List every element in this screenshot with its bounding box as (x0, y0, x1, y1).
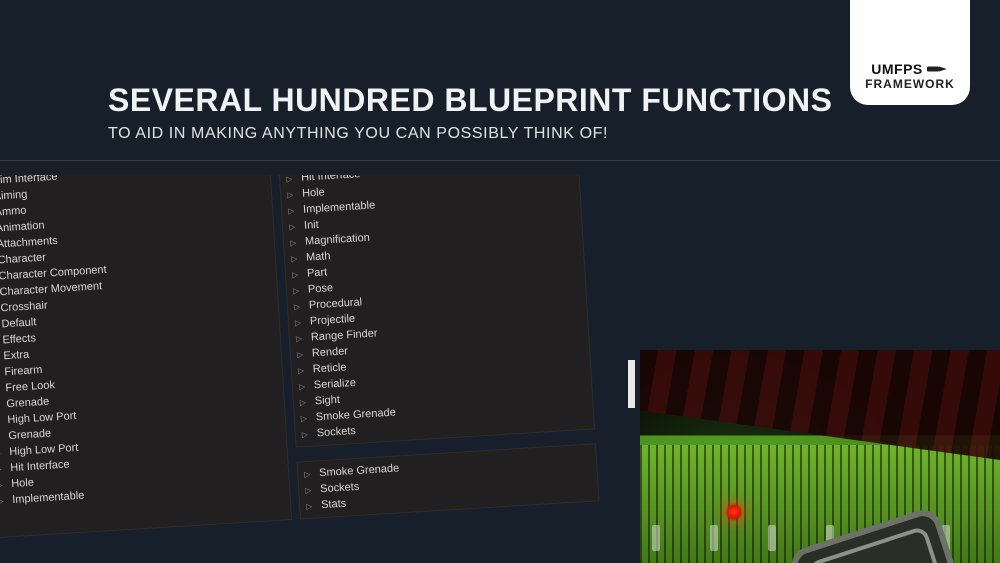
bullet-icon (927, 65, 949, 73)
category-label: Sockets (316, 425, 356, 439)
category-label: Procedural (309, 296, 363, 311)
category-label: Projectile (310, 313, 356, 328)
page-title: SEVERAL HUNDRED BLUEPRINT FUNCTIONS (108, 82, 960, 119)
category-label: Serialize (313, 377, 356, 392)
function-category-list-3: ▷Smoke Grenade▷Sockets▷Stats (296, 443, 599, 519)
headline: SEVERAL HUNDRED BLUEPRINT FUNCTIONS TO A… (108, 82, 960, 143)
category-label: Part (307, 266, 328, 279)
category-label: Attachments (0, 235, 58, 251)
category-label: Ammo (0, 205, 27, 219)
category-label: Effects (2, 332, 36, 346)
expand-icon: ▷ (297, 349, 308, 359)
scrollbar-thumb[interactable] (628, 360, 635, 408)
expand-icon: ▷ (0, 464, 6, 474)
divider (0, 160, 1000, 161)
expand-icon: ▷ (0, 416, 3, 426)
expand-icon: ▷ (0, 448, 5, 458)
function-category-list-1: ▷Aim Interface▷Aiming▷Ammo▷Animation▷Att… (0, 175, 292, 538)
expand-icon: ▷ (294, 301, 305, 311)
category-label: Sockets (320, 481, 360, 495)
expand-icon: ▷ (301, 413, 312, 423)
category-label: Free Look (5, 379, 55, 394)
logo-line1: UMFPS (871, 61, 923, 77)
weapon-viewmodel (730, 468, 1000, 563)
expand-icon: ▷ (304, 469, 315, 479)
game-preview (640, 350, 1000, 563)
expand-icon: ▷ (289, 222, 300, 232)
expand-icon: ▷ (0, 480, 7, 490)
category-label: Default (1, 316, 37, 330)
content-area: ▷Aim Interface▷Aiming▷Ammo▷Animation▷Att… (0, 175, 1000, 563)
category-label: Stats (321, 498, 347, 512)
expand-icon: ▷ (0, 400, 2, 410)
expand-icon: ▷ (287, 190, 298, 200)
category-label: Firearm (4, 364, 43, 378)
expand-icon: ▷ (0, 432, 4, 442)
category-label: Grenade (8, 428, 51, 443)
expand-icon: ▷ (286, 175, 297, 183)
category-label: Hole (11, 477, 34, 490)
category-label: Aiming (0, 189, 28, 203)
category-label: Sight (314, 394, 340, 408)
category-label: Implementable (12, 490, 85, 506)
expand-icon: ▷ (290, 237, 301, 247)
category-label: Reticle (313, 361, 347, 375)
category-label: Character (0, 252, 46, 267)
expand-icon: ▷ (0, 496, 8, 506)
expand-icon: ▷ (298, 365, 309, 375)
function-category-list-2: ▷High Low Port▷Hit Interface▷Hole▷Implem… (277, 175, 595, 448)
page-subtitle: TO AID IN MAKING ANYTHING YOU CAN POSSIB… (108, 125, 960, 143)
category-label: Math (306, 250, 331, 263)
expand-icon: ▷ (302, 429, 313, 439)
expand-icon: ▷ (292, 269, 303, 279)
expand-icon: ▷ (299, 381, 310, 391)
expand-icon: ▷ (305, 485, 316, 495)
category-label: Pose (308, 282, 334, 296)
expand-icon: ▷ (293, 285, 304, 295)
category-label: Render (312, 345, 349, 359)
expand-icon: ▷ (300, 397, 311, 407)
expand-icon: ▷ (288, 206, 299, 216)
category-label: Grenade (6, 396, 49, 411)
category-label: Extra (3, 349, 29, 363)
expand-icon: ▷ (295, 317, 306, 327)
category-label: Init (304, 219, 319, 232)
category-label: Animation (0, 220, 45, 235)
category-label: Hit Interface (10, 458, 70, 474)
expand-icon: ▷ (0, 384, 1, 394)
category-label: Hole (302, 186, 325, 199)
expand-icon: ▷ (296, 333, 307, 343)
expand-icon: ▷ (306, 501, 317, 511)
category-label: Crosshair (0, 300, 48, 315)
expand-icon: ▷ (291, 253, 302, 263)
